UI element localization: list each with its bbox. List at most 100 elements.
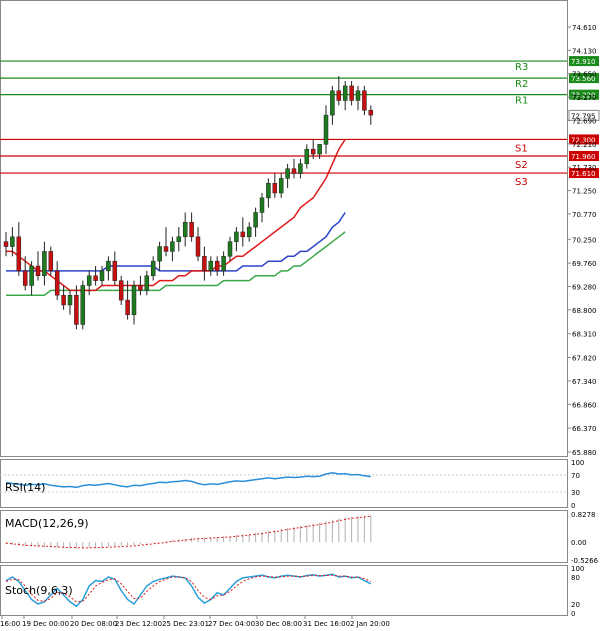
candle-body: [74, 294, 79, 325]
candle-body: [3, 241, 9, 247]
price-tick-label: 67.820: [572, 355, 597, 363]
candle-body: [310, 148, 316, 155]
price-tick-label: 68.800: [572, 307, 597, 315]
price-tick-label: 73.170: [572, 94, 597, 102]
level-name-s1: S1: [515, 143, 528, 154]
candle-body: [323, 114, 329, 145]
candle-body: [112, 260, 118, 281]
time-tick-label: 19 Dec 00:00: [22, 620, 69, 628]
candle-body: [246, 226, 252, 238]
price-tick-label: 65.880: [572, 449, 597, 457]
candle-body: [304, 148, 310, 165]
candle-body: [144, 275, 150, 291]
candle-body: [86, 275, 92, 286]
price-tick-label: 74.130: [572, 47, 597, 55]
candle-body: [29, 265, 34, 286]
candle-body: [368, 109, 374, 116]
time-tick-label: 16:00: [0, 620, 20, 628]
price-tick-label: 69.280: [572, 283, 597, 291]
candle-body: [195, 236, 201, 257]
macd-tick-label: 0.8278: [571, 511, 596, 519]
macd-label: MACD(12,26,9): [5, 517, 89, 530]
price-panel: [0, 0, 568, 457]
rsi-tick-label: 30: [571, 489, 580, 497]
candle-body: [125, 299, 130, 315]
price-tick-label: 70.250: [572, 236, 597, 244]
stoch-panel: [0, 565, 568, 616]
time-tick-label: 2 Jan 20:00: [350, 620, 390, 628]
candle-body: [189, 221, 194, 238]
time-tick-label: 30 Dec 08:00: [255, 620, 302, 628]
price-tick-label: 71.250: [572, 188, 597, 196]
rsi-tick-label: 100: [571, 459, 584, 467]
candle-body: [234, 231, 239, 242]
level-price-label: 73.910: [571, 58, 596, 66]
candle-body: [342, 85, 348, 101]
stoch-label: Stoch(9,6,3): [5, 584, 73, 597]
candle-body: [61, 294, 66, 306]
candle-body: [202, 256, 207, 272]
candle-body: [298, 163, 303, 174]
stoch-tick-label: 20: [571, 601, 580, 609]
candle-body: [266, 183, 271, 199]
level-name-s2: S2: [515, 160, 528, 171]
price-tick-label: 71.730: [572, 164, 597, 172]
price-tick-label: 73.650: [572, 71, 597, 79]
candle-body: [336, 90, 342, 101]
candle-body: [208, 260, 214, 272]
candle-body: [35, 265, 41, 277]
price-tick-label: 69.760: [572, 260, 597, 268]
stoch-tick-label: 100: [571, 565, 584, 573]
candle-body: [99, 270, 105, 281]
candle-body: [214, 260, 220, 272]
candle-body: [22, 270, 28, 286]
macd-tick-label: 0.00: [571, 539, 587, 547]
time-tick-label: 27 Dec 04:00: [208, 620, 255, 628]
macd-tick-label: -0.5266: [571, 557, 599, 565]
candle-body: [131, 285, 137, 315]
price-tick-label: 72.690: [572, 117, 597, 125]
candle-body: [42, 251, 47, 277]
price-tick-label: 68.310: [572, 331, 597, 339]
candle-body: [349, 85, 354, 101]
rsi-tick-label: 70: [571, 472, 580, 480]
price-tick-label: 72.210: [572, 141, 597, 149]
candle-body: [93, 275, 98, 281]
level-price-label: 71.960: [571, 153, 596, 161]
candle-body: [16, 236, 22, 272]
candle-body: [54, 270, 60, 296]
price-tick-label: 66.370: [572, 425, 597, 433]
candle-body: [170, 241, 175, 252]
time-tick-label: 25 Dec 23:01: [162, 620, 209, 628]
candle-body: [355, 90, 361, 101]
price-tick-label: 66.860: [572, 401, 597, 409]
rsi-label: RSI(14): [5, 481, 45, 494]
candle-body: [259, 197, 265, 213]
stoch-tick-label: 0: [571, 610, 575, 618]
candle-body: [10, 236, 15, 247]
candle-body: [163, 246, 169, 252]
candle-body: [285, 168, 290, 179]
candle-body: [221, 256, 226, 272]
candle-body: [291, 168, 297, 174]
time-axis: 16:00 19 Dec 00:00 20 Dec 08:0023 Dec 12:0…: [0, 615, 390, 628]
candle-body: [138, 285, 143, 291]
level-name-r1: R1: [515, 96, 528, 107]
candle-body: [118, 280, 124, 301]
price-tick-label: 70.770: [572, 211, 597, 219]
time-tick-label: 20 Dec 08:00: [70, 620, 117, 628]
stoch-tick-label: 80: [571, 574, 580, 582]
time-tick-label: 23 Dec 12:00: [115, 620, 162, 628]
candle-body: [330, 90, 335, 116]
rsi-panel: [0, 459, 568, 508]
rsi-tick-label: 0: [571, 502, 575, 510]
candle-body: [157, 246, 162, 262]
candle-body: [106, 260, 111, 272]
candle-body: [272, 183, 278, 194]
price-axis: 74.610 74.130 73.650 73.170 72.690 72.210 71.7…: [567, 24, 597, 457]
level-name-r3: R3: [515, 62, 528, 73]
candle-body: [182, 221, 188, 238]
level-name-s3: S3: [515, 177, 528, 188]
time-tick-label: 31 Dec 16:00: [303, 620, 350, 628]
candle-body: [253, 212, 258, 228]
